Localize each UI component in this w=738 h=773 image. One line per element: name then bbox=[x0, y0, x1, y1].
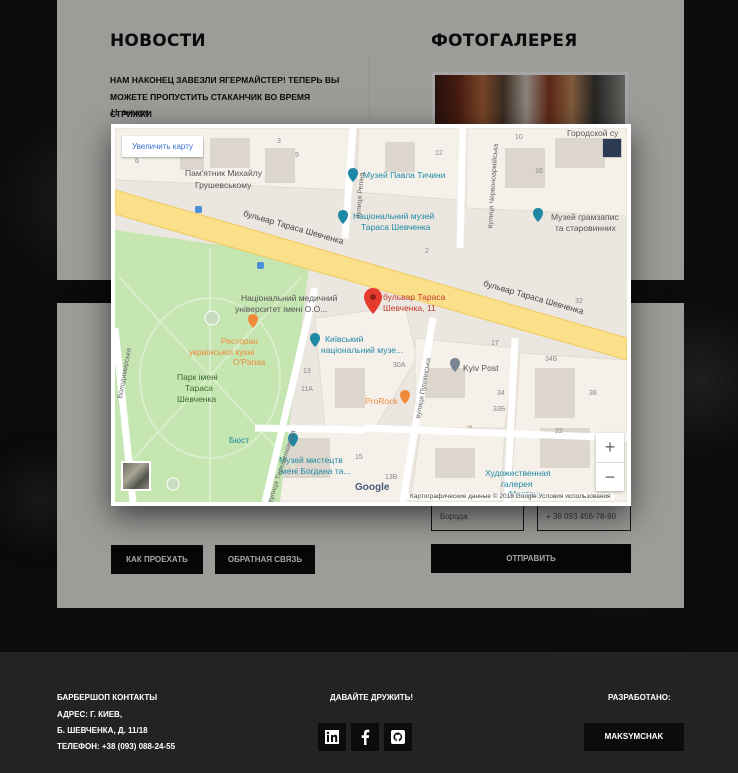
building-number: 9 bbox=[295, 152, 299, 159]
building-number: 12 bbox=[435, 150, 443, 157]
map-label: Музей грамзапис bbox=[551, 212, 619, 222]
building-number: 2 bbox=[425, 248, 429, 255]
map-label: ProRock bbox=[365, 396, 398, 406]
google-map[interactable]: → Увеличить карту Пам'ятник Михайлу Груш… bbox=[115, 128, 627, 502]
linkedin-icon[interactable] bbox=[318, 723, 346, 751]
building-number: 10 bbox=[515, 134, 523, 141]
map-label: Національний музей bbox=[353, 211, 435, 221]
pin-label: бульвар Тараса bbox=[383, 292, 446, 302]
building-number: 34 bbox=[497, 390, 505, 397]
building-number: 13 bbox=[303, 368, 311, 375]
map-label: Kyiv Post bbox=[463, 363, 499, 373]
map-label: Музей Павла Тичини bbox=[363, 170, 446, 180]
building-number: 13В bbox=[385, 474, 398, 481]
map-label: Парк імені bbox=[177, 372, 218, 382]
close-icon[interactable]: × bbox=[633, 126, 642, 142]
footer-dev-title: РАЗРАБОТАНО: bbox=[608, 693, 671, 702]
building-number: 30А bbox=[393, 362, 406, 369]
enlarge-map-link[interactable]: Увеличить карту bbox=[122, 136, 203, 157]
map-label: Бюст bbox=[229, 435, 250, 445]
building-number: 6 bbox=[135, 158, 139, 165]
map-label: Грушевському bbox=[195, 180, 252, 190]
map-label: Тараса bbox=[185, 383, 213, 393]
footer-phone: ТЕЛЕФОН: +38 (093) 088-24-55 bbox=[57, 742, 176, 751]
zoom-in-button[interactable]: + bbox=[596, 433, 624, 462]
map-label: галерея bbox=[501, 479, 533, 489]
building-number: 38 bbox=[589, 390, 597, 397]
map-label: Тараса Шевченка bbox=[361, 222, 431, 232]
map-label: Київський bbox=[325, 334, 364, 344]
map-label: імені Богдана та... bbox=[279, 466, 351, 476]
map-label: O'Panas bbox=[233, 357, 266, 367]
map-label: Городской су bbox=[567, 128, 619, 138]
pin-label: Шевченка, 11 bbox=[383, 303, 436, 313]
github-icon[interactable] bbox=[384, 723, 412, 751]
building-number: 15 bbox=[355, 454, 363, 461]
zoom-control: + − bbox=[596, 433, 624, 491]
map-attribution[interactable]: Картографические данные © 2018 Google Ус… bbox=[407, 493, 614, 500]
building-number: 11А bbox=[301, 386, 313, 393]
building-number: 32 bbox=[575, 298, 583, 305]
map-label: української кухні bbox=[189, 347, 255, 357]
map-label: та старовинних bbox=[555, 223, 616, 233]
footer-address-line2: Б. ШЕВЧЕНКА, Д. 11/18 bbox=[57, 726, 148, 735]
map-label: університет імені О.О... bbox=[235, 304, 328, 314]
user-avatar[interactable] bbox=[602, 138, 622, 158]
map-label: Художественная bbox=[485, 468, 551, 478]
building-number: 34Б bbox=[545, 356, 558, 363]
building-number: 17 bbox=[491, 340, 499, 347]
developer-button[interactable]: MAKSYMCHAK bbox=[584, 723, 684, 751]
footer-social-title: ДАВАЙТЕ ДРУЖИТЬ! bbox=[330, 693, 414, 702]
footer-contacts-title: БАРБЕРШОП КОНТАКТЫ bbox=[57, 693, 158, 702]
building-number: 33Б bbox=[493, 406, 506, 413]
building-number: 16 bbox=[535, 168, 543, 175]
map-label: Національний медичний bbox=[241, 293, 338, 303]
zoom-out-button[interactable]: − bbox=[596, 463, 624, 492]
building-number: 3 bbox=[277, 138, 281, 145]
map-modal: → Увеличить карту Пам'ятник Михайлу Груш… bbox=[111, 124, 631, 506]
building-number: 22 bbox=[555, 428, 563, 435]
satellite-toggle[interactable] bbox=[121, 461, 151, 491]
footer-address-line1: АДРЕС: Г. КИЕВ, bbox=[57, 710, 123, 719]
map-label: національний музе... bbox=[321, 345, 404, 355]
google-logo: Google bbox=[355, 482, 390, 493]
map-label: Пам'ятник Михайлу bbox=[185, 168, 262, 178]
facebook-icon[interactable] bbox=[351, 723, 379, 751]
map-label: Ресторан bbox=[221, 336, 258, 346]
map-label: Шевченка bbox=[177, 394, 217, 404]
